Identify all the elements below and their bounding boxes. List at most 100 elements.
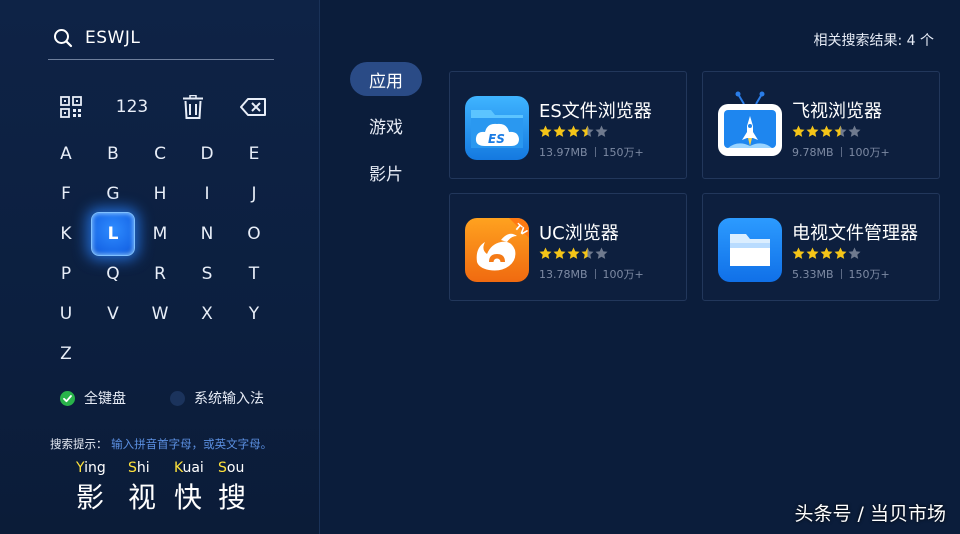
- system-ime-option[interactable]: 系统输入法: [170, 388, 264, 408]
- star-empty-icon: [848, 247, 861, 259]
- app-card-es-file-explorer[interactable]: ES ES文件浏览器 13.97MB 150万+: [449, 71, 687, 179]
- key-h[interactable]: H: [140, 174, 180, 214]
- app-meta: 5.33MB 150万+: [792, 266, 890, 282]
- search-query: ESWJL: [85, 27, 141, 48]
- folder-icon: [718, 218, 782, 282]
- key-l[interactable]: L: [91, 212, 135, 256]
- app-name: UC浏览器: [539, 223, 619, 244]
- star-empty-icon: [595, 247, 608, 259]
- key-v[interactable]: V: [93, 294, 133, 334]
- star-full-icon: [820, 247, 833, 259]
- search-hint-label: 搜索提示：: [50, 437, 108, 451]
- app-rating: [539, 125, 608, 139]
- key-k[interactable]: K: [46, 214, 86, 254]
- app-size: 5.33MB: [792, 268, 834, 281]
- app-meta: 13.97MB 150万+: [539, 144, 644, 160]
- backspace-button[interactable]: [238, 90, 268, 124]
- search-icon: [54, 28, 73, 47]
- key-f[interactable]: F: [46, 174, 86, 214]
- function-key-row: 123: [44, 90, 294, 126]
- star-empty-icon: [848, 125, 861, 137]
- star-empty-icon: [595, 125, 608, 137]
- key-q[interactable]: Q: [93, 254, 133, 294]
- brand-char-4: Sou 搜: [218, 460, 247, 514]
- star-half-icon: [581, 247, 594, 259]
- star-full-icon: [806, 247, 819, 259]
- numbers-key[interactable]: 123: [112, 90, 152, 124]
- key-s[interactable]: S: [187, 254, 227, 294]
- star-full-icon: [553, 125, 566, 137]
- trash-icon: [183, 95, 203, 119]
- es-file-explorer-icon: ES: [465, 96, 529, 160]
- tab-movies[interactable]: 影片: [350, 155, 422, 189]
- app-rating: [792, 247, 861, 261]
- full-keyboard-label: 全键盘: [84, 391, 126, 407]
- app-downloads: 100万+: [848, 146, 890, 159]
- key-b[interactable]: B: [93, 134, 133, 174]
- app-downloads: 150万+: [848, 268, 890, 281]
- radio-unselected-icon: [170, 390, 185, 406]
- feishi-tv-browser-icon: [718, 91, 782, 160]
- check-icon: [60, 390, 75, 406]
- app-name: ES文件浏览器: [539, 101, 652, 122]
- key-z[interactable]: Z: [46, 334, 86, 374]
- tab-games[interactable]: 游戏: [350, 108, 422, 142]
- key-t[interactable]: T: [234, 254, 274, 294]
- qr-code-button[interactable]: [58, 90, 84, 124]
- clear-button[interactable]: [180, 90, 206, 124]
- star-full-icon: [539, 247, 552, 259]
- star-half-icon: [834, 125, 847, 137]
- star-full-icon: [553, 247, 566, 259]
- app-rating: [792, 125, 861, 139]
- key-d[interactable]: D: [187, 134, 227, 174]
- app-size: 13.78MB: [539, 268, 588, 281]
- app-card-tv-file-manager[interactable]: 电视文件管理器 5.33MB 150万+: [702, 193, 940, 301]
- backspace-icon: [240, 98, 266, 116]
- app-card-uc-browser[interactable]: TV UC浏览器 13.78MB 100万+: [449, 193, 687, 301]
- key-j[interactable]: J: [234, 174, 274, 214]
- brand-char-2: Shi 视: [128, 460, 157, 514]
- key-u[interactable]: U: [46, 294, 86, 334]
- key-m[interactable]: M: [140, 214, 180, 254]
- svg-text:ES: ES: [488, 132, 505, 146]
- tab-apps[interactable]: 应用: [350, 62, 422, 96]
- app-card-feishi-browser[interactable]: 飞视浏览器 9.78MB 100万+: [702, 71, 940, 179]
- key-i[interactable]: I: [187, 174, 227, 214]
- key-e[interactable]: E: [234, 134, 274, 174]
- key-a[interactable]: A: [46, 134, 86, 174]
- star-full-icon: [792, 247, 805, 259]
- search-hint-text: 输入拼音首字母，或英文字母。: [111, 437, 273, 451]
- app-downloads: 150万+: [602, 146, 644, 159]
- system-ime-label: 系统输入法: [194, 391, 264, 407]
- app-size: 13.97MB: [539, 146, 588, 159]
- left-panel: ESWJL 123 A B C D E F G H I J K L M N O …: [0, 0, 320, 534]
- key-r[interactable]: R: [140, 254, 180, 294]
- key-c[interactable]: C: [140, 134, 180, 174]
- star-full-icon: [806, 125, 819, 137]
- app-meta: 13.78MB 100万+: [539, 266, 644, 282]
- key-o[interactable]: O: [234, 214, 274, 254]
- key-n[interactable]: N: [187, 214, 227, 254]
- full-keyboard-option[interactable]: 全键盘: [60, 388, 126, 408]
- star-full-icon: [820, 125, 833, 137]
- star-full-icon: [834, 247, 847, 259]
- star-full-icon: [539, 125, 552, 137]
- brand-char-3: Kuai 快: [174, 460, 204, 514]
- app-name: 电视文件管理器: [792, 223, 918, 244]
- star-half-icon: [581, 125, 594, 137]
- star-full-icon: [567, 125, 580, 137]
- star-full-icon: [792, 125, 805, 137]
- uc-browser-icon: TV: [465, 218, 529, 282]
- key-p[interactable]: P: [46, 254, 86, 294]
- qr-code-icon: [60, 96, 82, 118]
- key-y[interactable]: Y: [234, 294, 274, 334]
- key-w[interactable]: W: [140, 294, 180, 334]
- star-full-icon: [567, 247, 580, 259]
- key-x[interactable]: X: [187, 294, 227, 334]
- app-name: 飞视浏览器: [792, 101, 882, 122]
- search-hint: 搜索提示： 输入拼音首字母，或英文字母。: [50, 436, 272, 452]
- key-g[interactable]: G: [93, 174, 133, 214]
- search-input[interactable]: ESWJL: [48, 16, 274, 60]
- app-size: 9.78MB: [792, 146, 834, 159]
- app-rating: [539, 247, 608, 261]
